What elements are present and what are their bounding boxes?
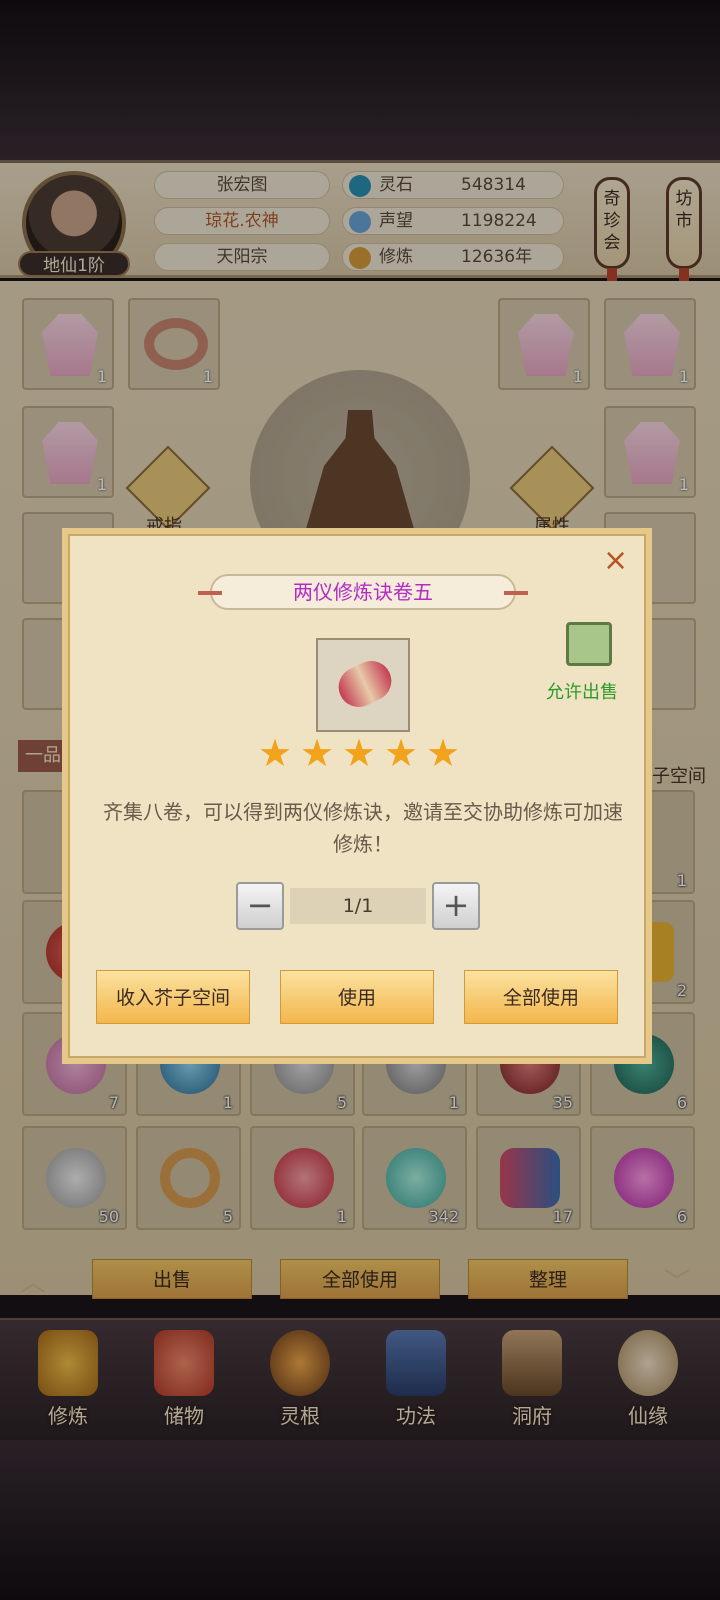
star-icon: ★ xyxy=(258,731,293,775)
star-icon: ★ xyxy=(300,731,335,775)
store-to-space-button[interactable]: 收入芥子空间 xyxy=(96,970,250,1024)
item-detail-dialog: × 两仪修炼诀卷五 允许出售 ★ ★ ★ ★ ★ 齐集八卷，可以得到两仪修炼诀，… xyxy=(62,528,652,1064)
unlock-icon[interactable] xyxy=(566,622,612,666)
close-icon[interactable]: × xyxy=(603,546,628,576)
use-button[interactable]: 使用 xyxy=(280,970,434,1024)
sell-status: 允许出售 xyxy=(546,682,618,703)
star-icon: ★ xyxy=(426,731,461,775)
item-title: 两仪修炼诀卷五 xyxy=(198,574,528,610)
increase-button[interactable]: + xyxy=(432,882,480,930)
scroll-icon xyxy=(332,654,398,714)
item-image-frame xyxy=(316,638,410,732)
star-icon: ★ xyxy=(384,731,419,775)
decrease-button[interactable]: − xyxy=(236,882,284,930)
rarity-stars: ★ ★ ★ ★ ★ xyxy=(258,734,468,774)
quantity-field[interactable]: 1/1 xyxy=(290,888,426,924)
star-icon: ★ xyxy=(342,731,377,775)
use-all-dialog-button[interactable]: 全部使用 xyxy=(464,970,618,1024)
item-description: 齐集八卷，可以得到两仪修炼诀，邀请至交协助修炼可加速修炼！ xyxy=(103,800,623,856)
